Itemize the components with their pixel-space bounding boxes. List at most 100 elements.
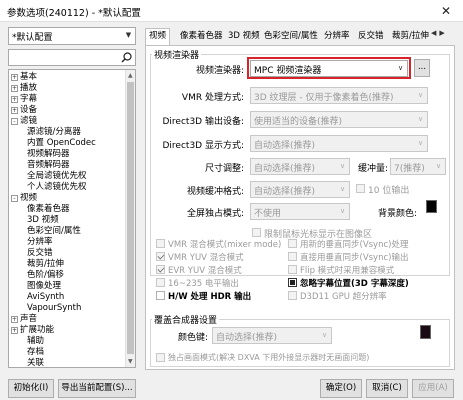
tree-item[interactable]: 扩展功能 <box>20 325 54 336</box>
apply-button[interactable]: 应用(A) <box>412 379 454 398</box>
scroll-thumb[interactable] <box>127 82 134 354</box>
option-checkbox[interactable] <box>288 239 297 248</box>
tenbit-output-label: 10 位输出 <box>368 186 410 196</box>
scroll-down-icon[interactable]: ▼ <box>128 358 133 365</box>
tree-item[interactable]: 源滤镜/分离器 <box>27 127 81 138</box>
vmr-mode-select[interactable]: 3D 纹理层 - 仅用于像素着色(推荐) ∨ <box>250 87 428 104</box>
color-key-swatch[interactable] <box>420 325 431 339</box>
tab-deinterlace[interactable]: 反交错 <box>355 29 387 45</box>
chevron-down-icon: ▼ <box>125 31 132 39</box>
tree-expand-icon[interactable]: + <box>11 85 18 92</box>
tree-item[interactable]: 字幕 <box>20 94 37 105</box>
renderer-label: 视频渲染器: <box>195 66 244 76</box>
tab-color-space[interactable]: 色彩空间/属性 <box>261 29 321 45</box>
tree-item[interactable]: 基本 <box>20 72 37 83</box>
search-input[interactable] <box>8 49 136 66</box>
tree-item[interactable]: VapourSynth <box>27 303 81 314</box>
color-key-value: 自动选择(推荐) <box>216 333 278 343</box>
export-profile-button[interactable]: 导出当前配置(S)... <box>58 379 136 398</box>
tab-bar: 视频 像素着色器 3D 视频 色彩空间/属性 分辨率 反交错 裁剪/拉伸 ◀ ▶ <box>145 28 455 46</box>
tree-item[interactable]: 色阶/偏移 <box>27 270 64 281</box>
tree-item[interactable]: 3D 视频 <box>27 215 59 226</box>
scroll-up-icon[interactable]: ▲ <box>128 72 133 79</box>
tree-item[interactable]: 声音 <box>20 314 37 325</box>
settings-tree[interactable]: + 基本 + 播放 + 字幕 + 设备 - 滤镜 源滤镜/分离器 内置 OpenCodec 视频解码器音… <box>8 69 136 368</box>
tree-expand-icon[interactable]: + <box>11 327 18 334</box>
option-checkbox[interactable] <box>156 239 165 248</box>
ok-button[interactable]: 确定(O) <box>320 379 362 398</box>
option-checkbox[interactable] <box>288 265 297 274</box>
profile-select[interactable]: *默认配置 ▼ <box>8 27 136 45</box>
resize-select[interactable]: 自动选择(推荐) ∨ <box>250 158 350 175</box>
color-key-select[interactable]: 自动选择(推荐) ∨ <box>212 327 332 344</box>
tree-item[interactable]: 存档 <box>27 347 44 358</box>
tree-item[interactable]: 播放 <box>20 83 37 94</box>
tree-expand-icon[interactable]: + <box>11 107 18 114</box>
tree-item[interactable]: 关联 <box>27 358 44 367</box>
close-icon[interactable]: ✕ <box>435 2 457 20</box>
d3d-display-select[interactable]: 自动选择(推荐) ∨ <box>250 135 428 152</box>
tab-resolution[interactable]: 分辨率 <box>321 29 353 45</box>
tab-scroll-arrows[interactable]: ◀ ▶ <box>431 29 455 44</box>
option-checkbox[interactable] <box>288 252 297 261</box>
buffer-select[interactable]: 7(推荐) ∨ <box>390 158 446 175</box>
tree-item[interactable]: 反交错 <box>27 248 53 259</box>
option-checkbox[interactable] <box>156 291 165 300</box>
option-checkbox[interactable] <box>156 252 165 261</box>
tree-item[interactable]: 视频 <box>20 193 37 204</box>
fullscreen-select[interactable]: 不使用 ∨ <box>250 203 350 220</box>
tree-item[interactable]: 全局滤镜优先权 <box>27 171 87 182</box>
cancel-button[interactable]: 取消(C) <box>366 379 408 398</box>
renderer-settings-button[interactable]: ... <box>414 59 430 77</box>
tab-pixel-shader[interactable]: 像素着色器 <box>177 29 226 45</box>
d3d-output-select[interactable]: 使用适当的设备(推荐) ∨ <box>250 111 428 128</box>
tree-item[interactable]: AviSynth <box>27 292 64 303</box>
search-icon[interactable] <box>121 52 132 63</box>
chevron-down-icon: ∨ <box>339 185 346 193</box>
buffer-format-select[interactable]: 自动选择(推荐) ∨ <box>250 181 350 198</box>
tab-3d-video[interactable]: 3D 视频 <box>225 29 263 45</box>
tree-item[interactable]: 图像处理 <box>27 281 61 292</box>
tab-prev-icon[interactable]: ◀ <box>431 29 436 37</box>
tree-expand-icon[interactable]: + <box>11 96 18 103</box>
tree-item[interactable]: 视频解码器 <box>27 149 70 160</box>
option-checkbox-label: 用新的垂直同步(Vsync)处理 <box>300 240 409 250</box>
chevron-down-icon: ∨ <box>417 139 424 147</box>
video-settings-panel: 视频渲染器 视频渲染器: MPC 视频渲染器 ∨ ... VMR 处理方式: 3… <box>145 45 455 370</box>
search-field[interactable] <box>11 51 115 64</box>
tree-item[interactable]: 内置 OpenCodec <box>27 138 96 149</box>
tree-item[interactable]: 像素着色器 <box>27 204 70 215</box>
init-button[interactable]: 初始化(I) <box>8 379 54 398</box>
chevron-down-icon: ∨ <box>417 91 424 99</box>
tab-video[interactable]: 视频 <box>145 28 171 46</box>
bg-color-swatch[interactable] <box>426 200 437 213</box>
buffer-format-label: 视频缓冲格式: <box>186 187 244 197</box>
tree-collapse-icon[interactable]: - <box>11 195 18 202</box>
tree-item[interactable]: 辅助 <box>27 336 44 347</box>
option-checkbox[interactable] <box>156 265 165 274</box>
tenbit-output-checkbox[interactable] <box>356 184 365 193</box>
tree-expand-icon[interactable]: + <box>11 316 18 323</box>
option-checkbox[interactable] <box>288 291 297 300</box>
tree-item[interactable]: 音频解码器 <box>27 160 70 171</box>
tree-expand-icon[interactable]: + <box>11 74 18 81</box>
tab-crop-stretch[interactable]: 裁剪/拉伸 <box>389 29 432 45</box>
tree-item[interactable]: 裁剪/拉伸 <box>27 259 64 270</box>
option-checkbox-label: H/W 处理 HDR 输出 <box>168 292 252 302</box>
option-checkbox[interactable] <box>156 278 165 287</box>
tree-item[interactable]: 设备 <box>20 105 37 116</box>
tab-next-icon[interactable]: ▶ <box>439 29 444 37</box>
option-checkbox[interactable] <box>288 278 297 287</box>
profile-value: *默认配置 <box>12 33 53 43</box>
tree-item[interactable]: 色彩空间/属性 <box>27 226 81 237</box>
tree-item[interactable]: 个人滤镜优先权 <box>27 182 87 193</box>
independent-mode-checkbox[interactable] <box>156 353 165 362</box>
vmr-mode-value: 3D 纹理层 - 仅用于像素着色(推荐) <box>254 93 394 103</box>
restrict-cursor-checkbox[interactable] <box>252 228 261 237</box>
tree-collapse-icon[interactable]: - <box>11 118 18 125</box>
tree-item[interactable]: 分辨率 <box>27 237 53 248</box>
d3d-output-value: 使用适当的设备(推荐) <box>254 117 343 127</box>
renderer-select[interactable]: MPC 视频渲染器 ∨ <box>250 60 408 77</box>
tree-scrollbar[interactable]: ▲ ▼ <box>125 70 135 367</box>
tree-item[interactable]: 滤镜 <box>20 116 37 127</box>
